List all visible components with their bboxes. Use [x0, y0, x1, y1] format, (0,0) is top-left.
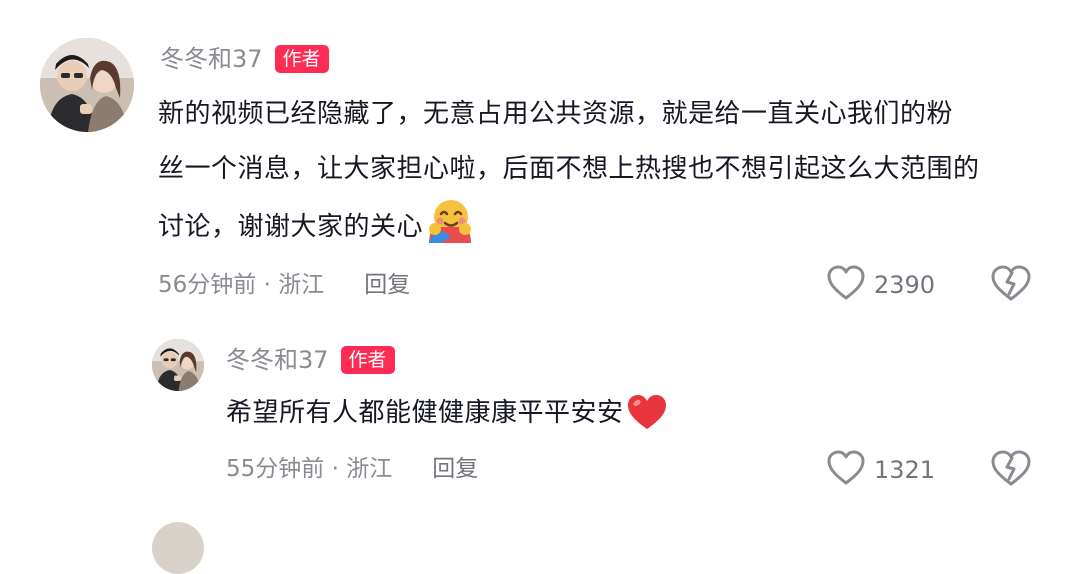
dislike-button[interactable]	[990, 264, 1032, 306]
broken-heart-icon	[990, 265, 1032, 306]
comment-header: 冬冬和37 作者	[160, 44, 329, 74]
reply-button[interactable]: 回复	[364, 270, 410, 300]
avatar-photo	[40, 38, 134, 132]
comment-meta: 56分钟前 · 浙江 回复	[158, 270, 410, 300]
username[interactable]: 冬冬和37	[226, 345, 329, 375]
username[interactable]: 冬冬和37	[160, 44, 263, 74]
avatar-photo	[152, 339, 204, 391]
avatar[interactable]	[152, 339, 204, 391]
comment-text-line: 讨论，谢谢大家的关心	[158, 197, 1058, 265]
time-location: 55分钟前 · 浙江	[226, 456, 393, 482]
time-location: 56分钟前 · 浙江	[158, 272, 325, 298]
author-badge: 作者	[340, 346, 395, 374]
broken-heart-icon	[990, 450, 1032, 491]
author-badge: 作者	[274, 45, 329, 73]
dislike-button[interactable]	[990, 449, 1032, 491]
like-button[interactable]: 2390	[826, 264, 935, 306]
comment-text-line-content: 讨论，谢谢大家的关心	[158, 212, 424, 242]
avatar[interactable]	[152, 522, 204, 574]
comment-text-content: 希望所有人都能健健康康平平安安	[226, 398, 624, 428]
red-heart-emoji	[626, 393, 668, 451]
comment-text-line: 新的视频已经隐藏了，无意占用公共资源，就是给一直关心我们的粉	[158, 99, 954, 129]
heart-outline-icon	[826, 449, 866, 491]
reply-button[interactable]: 回复	[432, 454, 478, 484]
comment-meta: 55分钟前 · 浙江 回复	[226, 454, 478, 484]
comment-text-line: 丝一个消息，让大家担心啦，后面不想上热搜也不想引起这么大范围的	[158, 154, 980, 184]
hug-emoji	[425, 197, 475, 265]
like-button[interactable]: 1321	[826, 449, 935, 491]
comment-text: 希望所有人都能健健康康平平安安	[226, 386, 1046, 451]
comment-text: 新的视频已经隐藏了，无意占用公共资源，就是给一直关心我们的粉 丝一个消息，让大家…	[158, 87, 1058, 265]
heart-outline-icon	[826, 264, 866, 306]
like-count: 1321	[874, 456, 936, 484]
comment-header: 冬冬和37 作者	[226, 345, 395, 375]
like-count: 2390	[874, 271, 936, 299]
avatar[interactable]	[40, 38, 134, 132]
